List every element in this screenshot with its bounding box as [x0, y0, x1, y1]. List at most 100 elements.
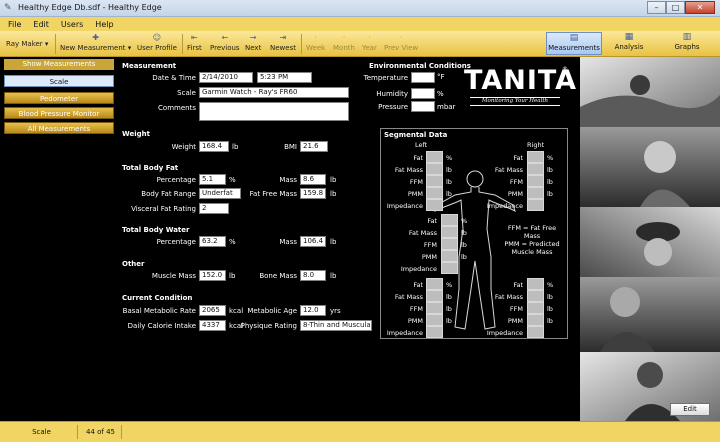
right-label: Right [527, 141, 545, 149]
year-button[interactable]: · Year [362, 33, 377, 53]
right-arm-ffm-unit: lb [547, 178, 553, 186]
left-arm-impedance-value [426, 199, 443, 211]
athlete-photos-image [580, 57, 720, 421]
close-icon[interactable]: ✕ [685, 1, 715, 14]
left-arm-fat-unit: % [446, 154, 453, 162]
sidebar-header: Show Measurements [4, 59, 114, 70]
previous-button[interactable]: ← Previous [210, 33, 240, 53]
fat-percentage-field[interactable]: 5.1 [199, 174, 226, 185]
bone-mass-label: Bone Mass [259, 272, 297, 280]
visceral-fat-field[interactable]: 2 [199, 203, 229, 214]
next-button[interactable]: → Next [245, 33, 261, 53]
environment-title: Environmental Conditions [369, 62, 471, 70]
measurements-tab[interactable]: ▤ Measurements [546, 32, 602, 55]
right-arm-pmm-unit: lb [547, 190, 553, 198]
sidebar-item-blood-pressure[interactable]: Blood Pressure Monitor [4, 107, 114, 119]
calorie-intake-field[interactable]: 4337 [199, 320, 226, 331]
segmental-data-panel: Segmental Data Left Right Fat % Fat Mass… [380, 128, 568, 339]
month-label: Month [333, 44, 355, 52]
first-button[interactable]: ⇤ First [187, 33, 202, 53]
physique-rating-field[interactable]: 8-Thin and Muscular [300, 320, 372, 331]
newest-button[interactable]: ⇥ Newest [270, 33, 296, 53]
menu-help[interactable]: Help [95, 20, 113, 29]
analysis-tab[interactable]: ▦ Analysis [606, 32, 652, 55]
humidity-label: Humidity [376, 90, 408, 98]
measurement-panel: Measurement Date & Time 2/14/2010 5:23 P… [114, 57, 580, 421]
bmr-field[interactable]: 2065 [199, 305, 226, 316]
window-title: Healthy Edge Db.sdf - Healthy Edge [18, 3, 162, 12]
newest-label: Newest [270, 44, 296, 52]
new-measurement-icon: ✚ [92, 33, 99, 42]
right-arm-ffm-value [527, 175, 544, 187]
new-measurement-label: New Measurement [60, 44, 126, 52]
weight-field[interactable]: 168.4 [199, 141, 229, 152]
left-leg-fat-value [426, 278, 443, 290]
left-arm-fat-mass-unit: lb [446, 166, 452, 174]
water-percentage-unit: % [229, 238, 236, 246]
sidebar: Show Measurements Scale Pedometer Blood … [0, 57, 114, 421]
left-arm-impedance-label: Impedance [386, 202, 423, 210]
body-fat-title: Total Body Fat [122, 164, 179, 172]
edit-button[interactable]: Edit [670, 403, 710, 416]
menu-edit[interactable]: Edit [33, 20, 49, 29]
month-button[interactable]: · Month [333, 33, 355, 53]
water-percentage-label: Percentage [156, 238, 196, 246]
right-leg-ffm-value [527, 302, 544, 314]
trunk-impedance-value [441, 262, 458, 274]
toolbar-divider [301, 34, 302, 54]
other-title: Other [122, 260, 145, 268]
left-label: Left [415, 141, 428, 149]
measurements-icon: ▤ [569, 33, 579, 43]
muscle-mass-field[interactable]: 152.0 [199, 270, 226, 281]
prev-view-button[interactable]: · Prev View [384, 33, 418, 53]
status-record-position: 44 of 45 [80, 425, 122, 439]
new-measurement-button[interactable]: ✚ New Measurement ▾ [60, 33, 131, 53]
right-leg-impedance-label: Impedance [486, 329, 523, 337]
right-leg-pmm-unit: lb [547, 317, 553, 325]
water-mass-field[interactable]: 106.4 [300, 236, 326, 247]
user-profile-button[interactable]: ☺ User Profile [137, 33, 177, 53]
prev-view-label: Prev View [384, 44, 419, 52]
right-arm-ffm-label: FFM [509, 178, 523, 186]
time-field[interactable]: 5:23 PM [257, 72, 312, 83]
menu-file[interactable]: File [8, 20, 21, 29]
week-button[interactable]: · Week [306, 33, 325, 53]
user-dropdown[interactable]: Ray Maker ▾ [6, 39, 48, 49]
maximize-icon[interactable]: □ [666, 1, 685, 14]
fat-mass-field[interactable]: 8.6 [300, 174, 326, 185]
right-leg-fat-mass-value [527, 290, 544, 302]
metabolic-age-field[interactable]: 12.0 [300, 305, 326, 316]
pressure-field[interactable] [411, 101, 435, 112]
minimize-icon[interactable]: – [647, 1, 666, 14]
left-leg-fat-mass-value [426, 290, 443, 302]
scale-field[interactable]: Garmin Watch - Ray's FR60 [199, 87, 349, 98]
weight-label: Weight [171, 143, 196, 151]
sidebar-item-scale[interactable]: Scale [4, 75, 114, 87]
graphs-tab[interactable]: ▥ Graphs [664, 32, 710, 55]
fat-range-field[interactable]: Underfat [199, 188, 241, 199]
water-mass-unit: lb [330, 238, 337, 246]
sidebar-item-all-measurements[interactable]: All Measurements [4, 122, 114, 134]
left-leg-ffm-value [426, 302, 443, 314]
comments-field[interactable] [199, 102, 349, 121]
left-arm-fat-mass-value [426, 163, 443, 175]
graphs-icon: ▥ [682, 32, 692, 42]
bmi-field[interactable]: 21.6 [300, 141, 328, 152]
fat-free-mass-field[interactable]: 159.8 [300, 188, 326, 199]
right-leg-fat-mass-unit: lb [547, 293, 553, 301]
trunk-pmm-unit: lb [461, 253, 467, 261]
bone-mass-field[interactable]: 8.0 [300, 270, 326, 281]
temperature-field[interactable] [411, 72, 435, 83]
left-arm-pmm-label: PMM [407, 190, 423, 198]
trunk-fat-mass-value [441, 226, 458, 238]
date-field[interactable]: 2/14/2010 [199, 72, 253, 83]
segmental-title: Segmental Data [384, 131, 448, 139]
trunk-pmm-label: PMM [421, 253, 437, 261]
water-percentage-field[interactable]: 63.2 [199, 236, 226, 247]
calorie-intake-label: Daily Calorie Intake [127, 322, 196, 330]
humidity-field[interactable] [411, 88, 435, 99]
sidebar-item-pedometer[interactable]: Pedometer [4, 92, 114, 104]
menu-users[interactable]: Users [61, 20, 83, 29]
temperature-label: Temperature [363, 74, 408, 82]
bmr-label: Basal Metabolic Rate [122, 307, 196, 315]
